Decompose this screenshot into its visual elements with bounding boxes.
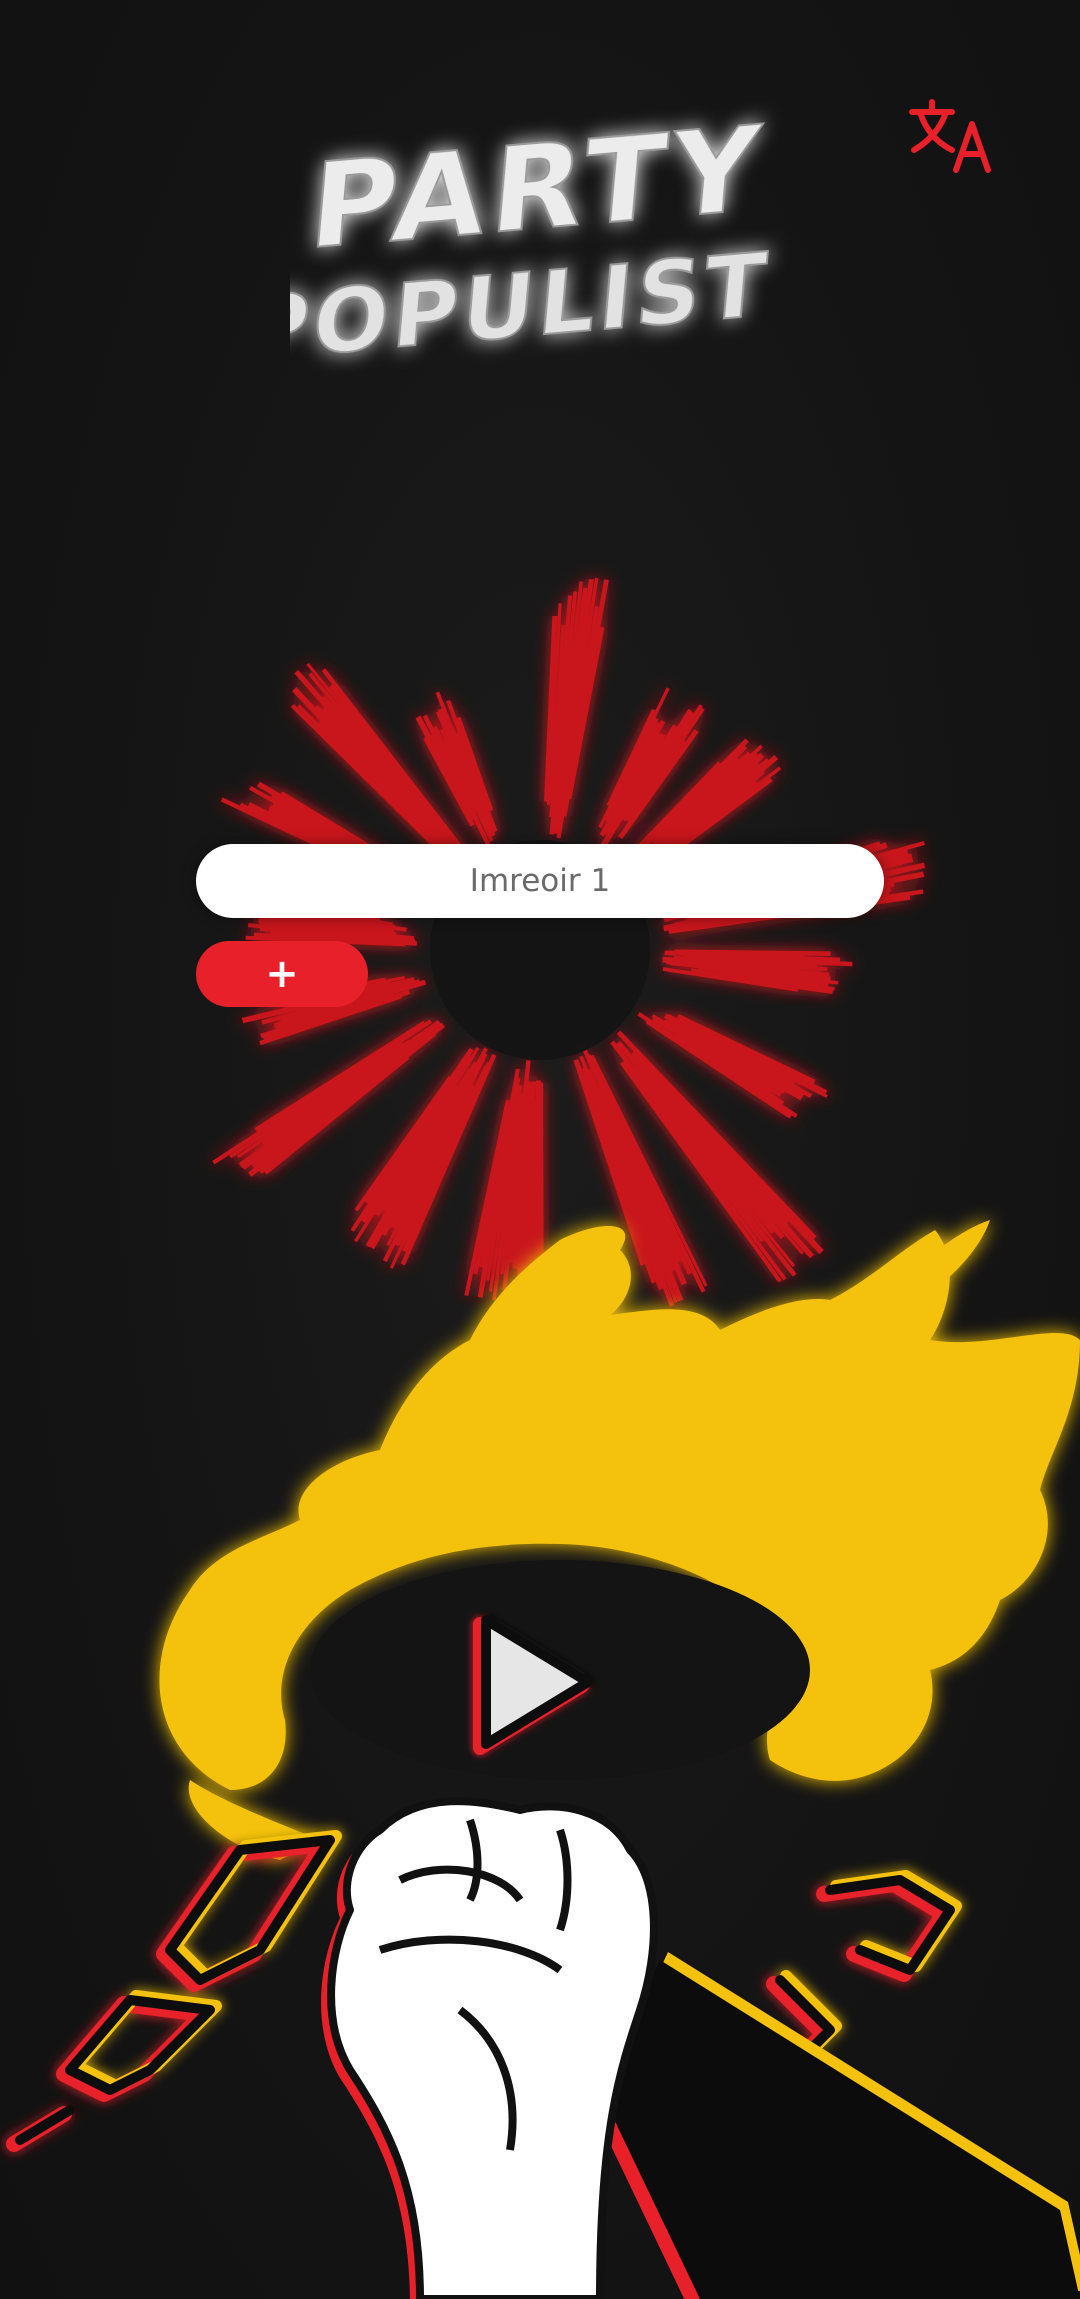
translate-button[interactable] bbox=[906, 92, 1002, 188]
fist-shape bbox=[321, 1797, 658, 2299]
bottle-shape bbox=[590, 1952, 1080, 2299]
play-button[interactable] bbox=[458, 1612, 608, 1762]
burst-ray bbox=[251, 1043, 416, 1169]
chain-left bbox=[6, 1830, 342, 2152]
play-icon bbox=[473, 1615, 593, 1755]
add-button-label: + bbox=[265, 951, 299, 997]
burst-ray bbox=[262, 1039, 411, 1146]
burst-ray bbox=[666, 1018, 805, 1099]
burst-ray bbox=[229, 1041, 402, 1159]
translate-icon bbox=[909, 99, 991, 173]
app-logo: PARTY POPULIST bbox=[290, 100, 775, 380]
burst-ray bbox=[322, 695, 437, 829]
player-name-input[interactable] bbox=[196, 844, 884, 918]
home-screen: PARTY POPULIST + bbox=[0, 0, 1080, 2299]
burst-ray bbox=[663, 1019, 803, 1101]
add-player-button[interactable]: + bbox=[196, 941, 368, 1007]
burst-ray bbox=[236, 1042, 405, 1159]
